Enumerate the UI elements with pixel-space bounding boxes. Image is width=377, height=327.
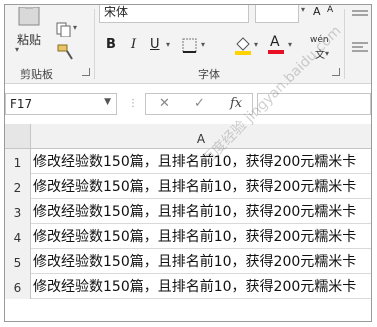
italic-button[interactable]: I xyxy=(131,37,136,52)
row-header[interactable]: 4 xyxy=(5,224,31,249)
cell-a2[interactable]: 修改经验数150篇，且排名前10，获得200元糯米卡 xyxy=(33,174,356,199)
align-top-icon[interactable] xyxy=(351,9,369,23)
bold-button[interactable]: B xyxy=(106,37,116,52)
row-header[interactable]: 1 xyxy=(5,149,31,174)
row-header[interactable]: 5 xyxy=(5,249,31,274)
font-launcher-icon[interactable] xyxy=(332,68,340,76)
cell-a4[interactable]: 修改经验数150篇，且排名前10，获得200元糯米卡 xyxy=(33,224,356,249)
copy-icon[interactable] xyxy=(55,21,73,37)
font-group-label: 字体 xyxy=(198,68,220,81)
cell-a1[interactable]: 修改经验数150篇，且排名前10，获得200元糯米卡 xyxy=(33,149,356,174)
font-name-select[interactable]: 宋体 xyxy=(99,5,249,23)
name-box-dropdown-icon[interactable]: ▼ xyxy=(104,97,111,107)
worksheet-grid: A 1 修改经验数150篇，且排名前10，获得200元糯米卡 2 修改经验数15… xyxy=(5,124,371,321)
copy-dropdown-icon[interactable]: ▾ xyxy=(73,23,77,32)
grow-font-icon[interactable]: A xyxy=(313,5,321,18)
paste-button[interactable]: 粘贴 ▾ xyxy=(13,7,49,54)
table-row: 2 修改经验数150篇，且排名前10，获得200元糯米卡 xyxy=(5,174,371,199)
cancel-icon[interactable]: ✕ xyxy=(159,96,170,111)
border-icon[interactable] xyxy=(182,38,198,54)
select-all-corner[interactable] xyxy=(5,124,31,149)
table-row: 3 修改经验数150篇，且排名前10，获得200元糯米卡 xyxy=(5,199,371,224)
fill-color-dropdown-icon[interactable]: ▾ xyxy=(254,40,258,49)
table-row: 4 修改经验数150篇，且排名前10，获得200元糯米卡 xyxy=(5,224,371,249)
table-row: 1 修改经验数150篇，且排名前10，获得200元糯米卡 xyxy=(5,149,371,174)
underline-button[interactable]: U xyxy=(150,37,160,52)
row-header[interactable]: 3 xyxy=(5,199,31,224)
paste-dropdown-icon[interactable]: ▾ xyxy=(15,45,19,54)
format-painter-icon[interactable] xyxy=(57,43,75,61)
font-color-dropdown-icon[interactable]: ▾ xyxy=(288,40,292,49)
table-row: 5 修改经验数150篇，且排名前10，获得200元糯米卡 xyxy=(5,249,371,274)
insert-function-icon[interactable]: fx xyxy=(230,96,242,111)
fill-color-icon[interactable] xyxy=(233,35,253,55)
cell-a5[interactable]: 修改经验数150篇，且排名前10，获得200元糯米卡 xyxy=(33,249,356,274)
name-box-value: F17 xyxy=(10,97,33,111)
group-separator xyxy=(94,9,95,79)
paste-label: 粘贴 xyxy=(17,33,42,47)
font-color-button[interactable]: A xyxy=(267,33,285,54)
clipboard-launcher-icon[interactable] xyxy=(82,68,90,76)
formula-bar: F17 ▼ ⋮ ✕ ✓ fx xyxy=(5,93,371,115)
cell-a6[interactable]: 修改经验数150篇，且排名前10，获得200元糯米卡 xyxy=(33,274,356,299)
font-size-select[interactable] xyxy=(255,5,299,23)
font-name-value: 宋体 xyxy=(104,5,129,19)
font-color-glyph: A xyxy=(270,34,280,50)
name-box[interactable]: F17 ▼ xyxy=(5,93,117,115)
formula-bar-grip-icon[interactable]: ⋮ xyxy=(128,98,138,109)
row-header[interactable]: 2 xyxy=(5,174,31,199)
shrink-font-icon[interactable]: A xyxy=(327,5,333,15)
enter-icon[interactable]: ✓ xyxy=(194,96,205,111)
font-color-bar xyxy=(268,50,284,54)
formula-buttons: ✕ ✓ fx xyxy=(145,93,253,115)
align-icon[interactable] xyxy=(351,41,369,55)
font-size-dropdown-icon[interactable]: ▾ xyxy=(301,5,305,14)
group-separator xyxy=(344,9,345,79)
row-header[interactable]: 6 xyxy=(5,274,31,299)
clipboard-group-label: 剪贴板 xyxy=(20,68,53,81)
column-header-a[interactable]: A xyxy=(31,124,371,149)
border-dropdown-icon[interactable]: ▾ xyxy=(201,40,205,49)
underline-dropdown-icon[interactable]: ▾ xyxy=(166,40,170,49)
cell-a3[interactable]: 修改经验数150篇，且排名前10，获得200元糯米卡 xyxy=(33,199,356,224)
table-row: 6 修改经验数150篇，且排名前10，获得200元糯米卡 xyxy=(5,274,371,299)
paste-icon xyxy=(18,7,40,26)
excel-window: 粘贴 ▾ ▾ 剪贴板 宋体 ▾ A A B I U ▾ ▾ ▾ A ▾ wén … xyxy=(4,4,372,322)
